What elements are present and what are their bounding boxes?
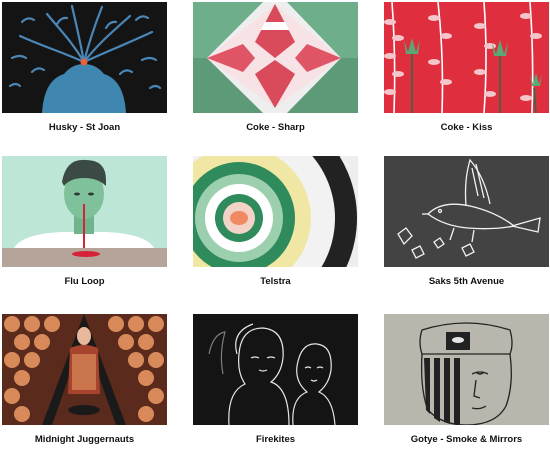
- gotye-smoke-mirrors-thumbnail[interactable]: [384, 314, 549, 425]
- gotye-smoke-mirrors-illustration: [384, 314, 549, 425]
- firekites-thumbnail[interactable]: [193, 314, 358, 425]
- coke-kiss-illustration: [384, 2, 549, 113]
- coke-sharp-thumbnail[interactable]: [193, 2, 358, 113]
- saks-5th-avenue-thumbnail[interactable]: [384, 156, 549, 267]
- item-title[interactable]: Midnight Juggernauts: [2, 434, 167, 445]
- firekites-illustration: [193, 314, 358, 425]
- midnight-juggernauts-thumbnail[interactable]: [2, 314, 167, 425]
- item-title[interactable]: Telstra: [193, 276, 358, 287]
- flu-loop-thumbnail[interactable]: [2, 156, 167, 267]
- item-title[interactable]: Husky - St Joan: [2, 122, 167, 133]
- item-title[interactable]: Flu Loop: [2, 276, 167, 287]
- item-title[interactable]: Firekites: [193, 434, 358, 445]
- item-title[interactable]: Coke - Sharp: [193, 122, 358, 133]
- coke-sharp-illustration: [193, 2, 358, 113]
- flu-loop-illustration: [2, 156, 167, 267]
- saks-5th-avenue-illustration: [384, 156, 549, 267]
- item-title[interactable]: Gotye - Smoke & Mirrors: [384, 434, 549, 445]
- telstra-thumbnail[interactable]: [193, 156, 358, 267]
- telstra-illustration: [193, 156, 358, 267]
- midnight-juggernauts-illustration: [2, 314, 167, 425]
- coke-kiss-thumbnail[interactable]: [384, 2, 549, 113]
- husky-st-joan-illustration: [2, 2, 167, 113]
- husky-st-joan-thumbnail[interactable]: [2, 2, 167, 113]
- item-title[interactable]: Saks 5th Avenue: [384, 276, 549, 287]
- item-title[interactable]: Coke - Kiss: [384, 122, 549, 133]
